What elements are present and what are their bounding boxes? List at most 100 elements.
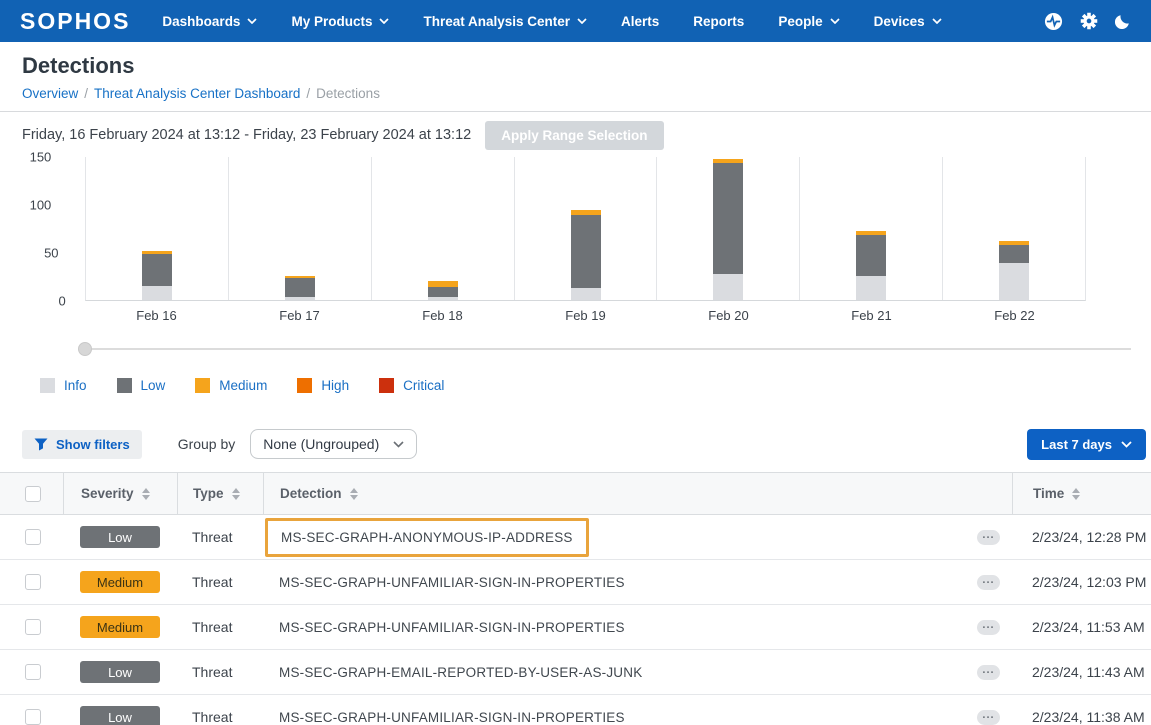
table-header-row: Severity Type Detection Time xyxy=(0,473,1151,515)
detection-name[interactable]: MS-SEC-GRAPH-EMAIL-REPORTED-BY-USER-AS-J… xyxy=(279,665,642,680)
row-actions-ellipsis-button[interactable]: ... xyxy=(977,620,1000,635)
select-all-checkbox[interactable] xyxy=(25,486,41,502)
nav-item-reports[interactable]: Reports xyxy=(693,14,744,29)
nav-item-threat-analysis-center[interactable]: Threat Analysis Center xyxy=(423,14,587,29)
gear-icon[interactable] xyxy=(1080,12,1098,30)
severity-cell: Low xyxy=(63,695,177,725)
time-text: 2/23/24, 11:53 AM xyxy=(1032,619,1145,635)
group-by-select[interactable]: None (Ungrouped) xyxy=(250,429,417,459)
time-text: 2/23/24, 11:43 AM xyxy=(1032,664,1145,680)
chevron-down-icon xyxy=(830,18,840,24)
detection-name[interactable]: MS-SEC-GRAPH-UNFAMILIAR-SIGN-IN-PROPERTI… xyxy=(279,620,625,635)
time-range-label: Last 7 days xyxy=(1041,437,1112,452)
bar-segment-info xyxy=(142,286,172,300)
legend-item-critical[interactable]: Critical xyxy=(379,378,444,393)
stacked-bar xyxy=(713,159,743,300)
legend-swatch-icon xyxy=(379,378,394,393)
column-header-detection[interactable]: Detection xyxy=(280,486,358,501)
bar-segment-info xyxy=(285,297,315,300)
show-filters-button[interactable]: Show filters xyxy=(22,430,142,459)
chart-plot-area xyxy=(85,157,1086,301)
bar-segment-low xyxy=(856,235,886,276)
legend-item-medium[interactable]: Medium xyxy=(195,378,267,393)
row-checkbox[interactable] xyxy=(25,529,41,545)
time-cell: 2/23/24, 11:43 AM xyxy=(1012,650,1151,694)
severity-badge: Low xyxy=(80,706,160,725)
bar-segment-low xyxy=(142,254,172,286)
nav-item-label: Devices xyxy=(874,14,925,29)
legend-item-high[interactable]: High xyxy=(297,378,349,393)
time-range-button[interactable]: Last 7 days xyxy=(1027,429,1146,460)
detection-name-highlighted[interactable]: MS-SEC-GRAPH-ANONYMOUS-IP-ADDRESS xyxy=(265,518,589,557)
detections-chart: 050100150 Feb 16Feb 17Feb 18Feb 19Feb 20… xyxy=(85,157,1086,323)
row-checkbox-cell xyxy=(0,515,63,559)
bar-segment-low xyxy=(999,245,1029,262)
breadcrumb-tac-dashboard[interactable]: Threat Analysis Center Dashboard xyxy=(94,86,300,101)
row-actions-ellipsis-button[interactable]: ... xyxy=(977,710,1000,725)
legend-item-info[interactable]: Info xyxy=(40,378,87,393)
chart-bar-group-feb-20 xyxy=(657,157,800,300)
breadcrumb-overview[interactable]: Overview xyxy=(22,86,78,101)
row-checkbox[interactable] xyxy=(25,664,41,680)
bar-segment-low xyxy=(428,287,458,298)
nav-item-label: My Products xyxy=(291,14,372,29)
moon-icon[interactable] xyxy=(1115,13,1131,29)
chart-x-axis: Feb 16Feb 17Feb 18Feb 19Feb 20Feb 21Feb … xyxy=(85,308,1086,323)
time-cell: 2/23/24, 11:53 AM xyxy=(1012,605,1151,649)
chart-bar-group-feb-19 xyxy=(515,157,658,300)
detections-table: Severity Type Detection Time LowThreatMS… xyxy=(0,472,1151,725)
detection-name[interactable]: MS-SEC-GRAPH-UNFAMILIAR-SIGN-IN-PROPERTI… xyxy=(279,710,625,725)
column-header-severity[interactable]: Severity xyxy=(81,486,150,501)
time-text: 2/23/24, 11:38 AM xyxy=(1032,709,1145,725)
show-filters-label: Show filters xyxy=(56,437,130,452)
nav-item-dashboards[interactable]: Dashboards xyxy=(162,14,257,29)
slider-handle-icon[interactable] xyxy=(78,342,92,356)
row-checkbox[interactable] xyxy=(25,574,41,590)
table-row[interactable]: LowThreatMS-SEC-GRAPH-EMAIL-REPORTED-BY-… xyxy=(0,650,1151,695)
time-cell: 2/23/24, 12:03 PM xyxy=(1012,560,1151,604)
severity-badge: Medium xyxy=(80,616,160,638)
navbar-menu: Dashboards My Products Threat Analysis Cen… xyxy=(162,14,941,29)
table-row[interactable]: MediumThreatMS-SEC-GRAPH-UNFAMILIAR-SIGN… xyxy=(0,605,1151,650)
row-actions-ellipsis-button[interactable]: ... xyxy=(977,665,1000,680)
nav-item-label: People xyxy=(778,14,822,29)
chart-bar-group-feb-21 xyxy=(800,157,943,300)
table-row[interactable]: Medium Threat MS-SEC-GRAPH-UNFAMILIAR-SIGN… xyxy=(0,560,1151,605)
group-by-value: None (Ungrouped) xyxy=(263,436,379,452)
detection-cell: MS-SEC-GRAPH-EMAIL-REPORTED-BY-USER-AS-J… xyxy=(263,650,1012,694)
nav-item-people[interactable]: People xyxy=(778,14,839,29)
detection-name[interactable]: MS-SEC-GRAPH-UNFAMILIAR-SIGN-IN-PROPERTI… xyxy=(279,575,625,590)
time-cell: 2/23/24, 11:38 AM xyxy=(1012,695,1151,725)
column-header-time[interactable]: Time xyxy=(1033,486,1080,501)
chevron-down-icon xyxy=(1121,441,1132,448)
date-range-row: Friday, 16 February 2024 at 13:12 - Frid… xyxy=(22,119,1129,151)
type-cell: Threat xyxy=(177,650,263,694)
y-tick-label: 0 xyxy=(59,294,66,309)
sophos-logo[interactable]: SOPHOS xyxy=(20,8,130,35)
row-checkbox[interactable] xyxy=(25,619,41,635)
row-checkbox-cell xyxy=(0,695,63,725)
bar-segment-low xyxy=(285,278,315,297)
table-row[interactable]: LowThreatMS-SEC-GRAPH-ANONYMOUS-IP-ADDRE… xyxy=(0,515,1151,560)
nav-item-devices[interactable]: Devices xyxy=(874,14,942,29)
detection-cell: MS-SEC-GRAPH-UNFAMILIAR-SIGN-IN-PROPERTI… xyxy=(263,605,1012,649)
activity-icon[interactable] xyxy=(1044,12,1063,31)
type-cell: Threat xyxy=(177,560,263,604)
chevron-down-icon xyxy=(932,18,942,24)
bar-segment-info xyxy=(999,263,1029,300)
nav-item-alerts[interactable]: Alerts xyxy=(621,14,659,29)
row-checkbox[interactable] xyxy=(25,709,41,725)
table-row[interactable]: LowThreatMS-SEC-GRAPH-UNFAMILIAR-SIGN-IN… xyxy=(0,695,1151,725)
row-actions-ellipsis-button[interactable]: ... xyxy=(977,575,1000,590)
severity-cell: Medium xyxy=(63,560,177,604)
legend-item-low[interactable]: Low xyxy=(117,378,166,393)
column-header-type[interactable]: Type xyxy=(193,486,240,501)
breadcrumb: Overview/Threat Analysis Center Dashboar… xyxy=(22,84,1129,104)
chevron-down-icon xyxy=(379,18,389,24)
type-text: Threat xyxy=(192,574,232,590)
apply-range-selection-button[interactable]: Apply Range Selection xyxy=(485,121,663,150)
legend-swatch-icon xyxy=(117,378,132,393)
row-actions-ellipsis-button[interactable]: ... xyxy=(977,530,1000,545)
nav-item-my-products[interactable]: My Products xyxy=(291,14,389,29)
bar-segment-info xyxy=(856,276,886,300)
